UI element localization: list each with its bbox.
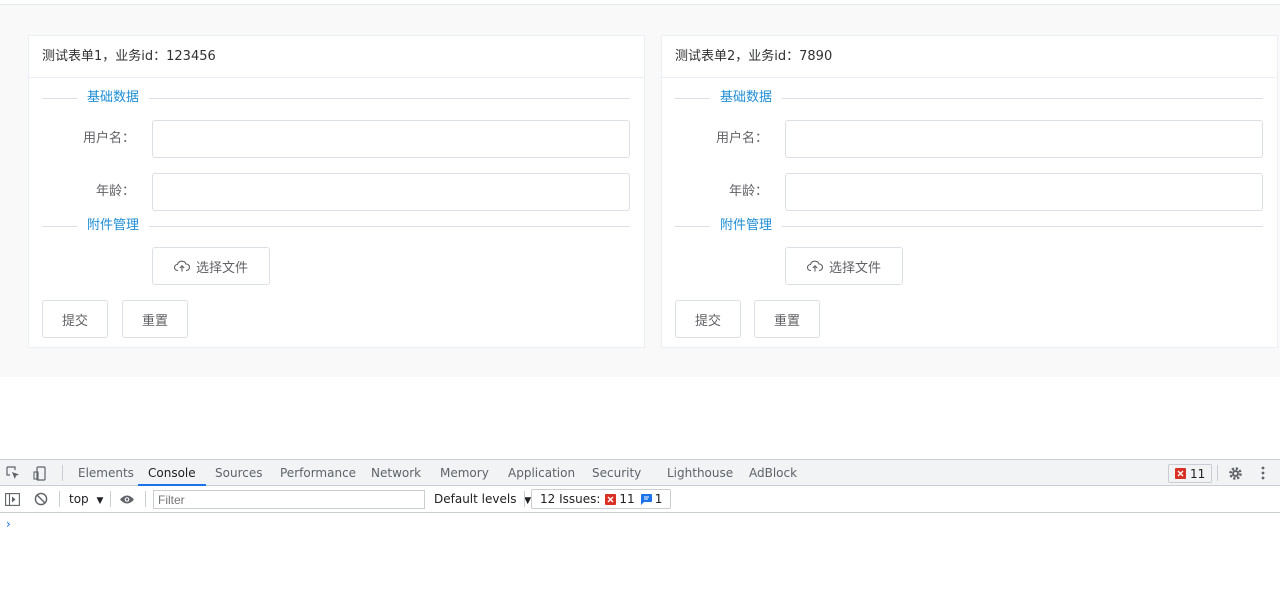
log-levels-select[interactable]: Default levels ▼ [434, 492, 531, 506]
tab-memory[interactable]: Memory [438, 460, 491, 486]
console-toolbar: top ▼ Default levels ▼ 12 Issues: 11 1 [0, 486, 1280, 513]
toolbar-separator [59, 491, 60, 507]
tab-application[interactable]: Application [506, 460, 577, 486]
devtools-panel: Elements Console Sources Performance Net… [0, 459, 1280, 608]
error-icon [605, 493, 617, 505]
toolbar-separator [62, 465, 63, 481]
form-card-title: 测试表单1，业务id：123456 [29, 36, 644, 78]
tab-security[interactable]: Security [590, 460, 643, 486]
choose-file-label: 选择文件 [828, 260, 881, 276]
section-divider-basic: 基础数据 [675, 89, 1263, 107]
error-count: 11 [1190, 466, 1206, 481]
section-title-basic: 基础数据 [77, 89, 150, 107]
reset-button[interactable]: 重置 [754, 300, 820, 338]
dropdown-arrow-icon: ▼ [96, 496, 104, 506]
age-label: 年龄： [728, 184, 768, 199]
console-filter-input[interactable] [153, 490, 425, 509]
info-message-icon [640, 493, 652, 505]
choose-file-label: 选择文件 [195, 260, 248, 276]
username-input[interactable] [785, 120, 1263, 158]
issues-label: 12 Issues: [540, 492, 601, 506]
age-input[interactable] [785, 173, 1263, 211]
reset-button[interactable]: 重置 [122, 300, 188, 338]
section-title-attach: 附件管理 [77, 217, 150, 235]
device-toolbar-icon[interactable] [32, 465, 48, 481]
username-label: 用户名： [715, 131, 768, 146]
tab-performance[interactable]: Performance [278, 460, 358, 486]
form-card-title: 测试表单2，业务id：7890 [662, 36, 1277, 78]
cloud-upload-icon [807, 260, 823, 272]
submit-button[interactable]: 提交 [42, 300, 108, 338]
devtools-tab-bar: Elements Console Sources Performance Net… [0, 459, 1280, 486]
age-label: 年龄： [95, 184, 135, 199]
section-divider-attach: 附件管理 [42, 217, 630, 235]
more-options-icon[interactable] [1255, 465, 1271, 481]
toolbar-separator [110, 491, 111, 507]
username-label: 用户名： [82, 131, 135, 146]
toolbar-separator [524, 491, 525, 507]
tab-sources[interactable]: Sources [213, 460, 264, 486]
gear-icon[interactable] [1227, 465, 1243, 481]
form-card-2: 测试表单2，业务id：7890 基础数据 用户名： 年龄： 附件管理 选择文件 … [661, 35, 1278, 348]
context-select[interactable]: top ▼ [69, 492, 103, 506]
clear-console-icon[interactable] [33, 491, 49, 507]
issues-info-count: 1 [654, 492, 663, 506]
choose-file-button[interactable]: 选择文件 [152, 247, 270, 285]
context-value: top [69, 492, 89, 506]
section-divider-basic: 基础数据 [42, 89, 630, 107]
toolbar-separator [145, 491, 146, 507]
error-icon [1175, 468, 1186, 479]
issues-button[interactable]: 12 Issues: 11 1 [531, 489, 672, 509]
page-content-area: 测试表单1，业务id：123456 基础数据 用户名： 年龄： 附件管理 选择文… [0, 5, 1280, 377]
toolbar-separator [1217, 465, 1218, 481]
tab-elements[interactable]: Elements [76, 460, 136, 486]
choose-file-button[interactable]: 选择文件 [785, 247, 903, 285]
submit-button[interactable]: 提交 [675, 300, 741, 338]
tab-adblock[interactable]: AdBlock [747, 460, 799, 486]
tab-console[interactable]: Console [138, 460, 206, 486]
cloud-upload-icon [174, 260, 190, 272]
eye-icon[interactable] [119, 491, 135, 507]
log-levels-value: Default levels [434, 492, 517, 506]
age-input[interactable] [152, 173, 630, 211]
form-card-1: 测试表单1，业务id：123456 基础数据 用户名： 年龄： 附件管理 选择文… [28, 35, 645, 348]
error-count-badge[interactable]: 11 [1168, 464, 1213, 483]
username-input[interactable] [152, 120, 630, 158]
section-divider-attach: 附件管理 [675, 217, 1263, 235]
inspect-element-icon[interactable] [5, 465, 21, 481]
console-prompt[interactable]: › [6, 517, 11, 531]
sidebar-toggle-icon[interactable] [4, 491, 20, 507]
tab-lighthouse[interactable]: Lighthouse [665, 460, 735, 486]
section-title-basic: 基础数据 [710, 89, 783, 107]
section-title-attach: 附件管理 [710, 217, 783, 235]
tab-network[interactable]: Network [369, 460, 423, 486]
issues-error-count: 11 [619, 492, 635, 506]
